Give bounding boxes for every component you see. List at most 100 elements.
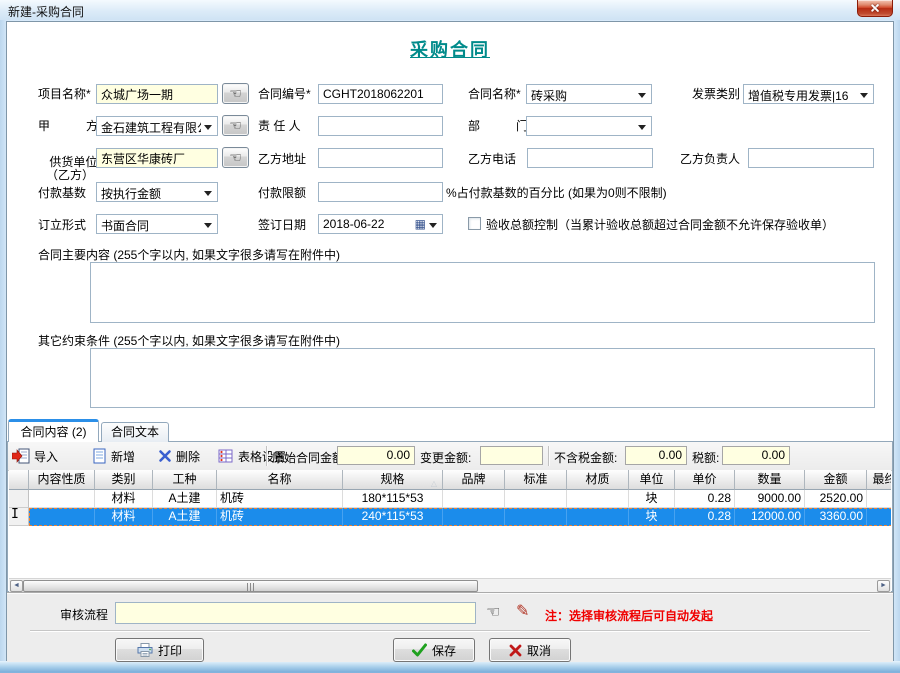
grid-column-header[interactable]: 内容性质 xyxy=(29,470,95,490)
save-button[interactable]: 保存 xyxy=(393,638,475,662)
import-button[interactable]: 导入 xyxy=(12,445,58,467)
project-name-input[interactable] xyxy=(96,84,218,104)
sign-pen-icon[interactable]: ✎ xyxy=(516,603,529,621)
review-picker-hand-icon[interactable]: ☜ xyxy=(486,604,500,622)
grid-column-header[interactable]: 最终数量 xyxy=(867,470,891,490)
table-cell[interactable]: 240*115*53 xyxy=(343,508,443,526)
contract-no-input[interactable] xyxy=(318,84,443,104)
grid-column-header[interactable]: 标准 xyxy=(505,470,567,490)
table-cell[interactable]: 9000.00 xyxy=(735,490,805,508)
grid-column-header[interactable]: 名称 xyxy=(217,470,343,490)
other-terms-textarea[interactable] xyxy=(90,348,875,408)
party-a-picker-button[interactable]: ☜ xyxy=(222,115,249,136)
department-select[interactable] xyxy=(526,116,652,136)
table-cell[interactable] xyxy=(29,490,95,508)
contract-form-select[interactable]: 书面合同 xyxy=(96,214,218,234)
table-cell[interactable]: 块 xyxy=(629,508,675,526)
review-flow-input[interactable] xyxy=(115,602,476,624)
contract-name-select[interactable]: 砖采购 xyxy=(526,84,652,104)
acceptance-control-checkbox[interactable] xyxy=(468,217,481,230)
chevron-down-icon xyxy=(204,191,212,200)
contract-form-label: 订立形式 xyxy=(38,216,86,234)
row-selector[interactable] xyxy=(9,490,29,508)
purchase-contract-dialog: { "window": { "title": "新建-采购合同" }, "pag… xyxy=(0,0,900,673)
add-row-icon xyxy=(92,448,107,464)
payment-limit-input[interactable] xyxy=(318,182,443,202)
grid-column-header[interactable]: 金额 xyxy=(805,470,867,490)
main-content-textarea[interactable] xyxy=(90,262,875,323)
table-cell[interactable] xyxy=(567,508,629,526)
row-cells[interactable]: 材料A土建机砖180*115*53 块0.289000.002520.00 xyxy=(29,490,891,508)
grid-column-header[interactable]: 规格△ xyxy=(343,470,443,490)
table-cell[interactable] xyxy=(443,508,505,526)
table-cell[interactable] xyxy=(29,508,95,526)
invoice-type-select[interactable]: 增值税专用发票|16 xyxy=(743,84,874,104)
party-b-address-input[interactable] xyxy=(318,148,443,168)
table-cell[interactable] xyxy=(443,490,505,508)
supplier-picker-button[interactable]: ☜ xyxy=(222,147,249,168)
table-cell[interactable] xyxy=(505,508,567,526)
table-cell[interactable]: A土建 xyxy=(153,490,217,508)
cancel-button[interactable]: 取消 xyxy=(489,638,571,662)
table-settings-icon xyxy=(218,448,234,464)
table-cell[interactable]: 180*115*53 xyxy=(343,490,443,508)
chevron-down-icon xyxy=(638,125,646,134)
table-cell[interactable]: 材料 xyxy=(95,508,153,526)
scroll-left-button[interactable]: ◄ xyxy=(10,580,23,592)
table-cell[interactable] xyxy=(867,490,891,508)
close-icon xyxy=(870,3,880,13)
table-cell[interactable]: 3360.00 xyxy=(805,508,867,526)
table-cell[interactable]: 2520.00 xyxy=(805,490,867,508)
supplier-input[interactable] xyxy=(96,148,218,168)
contract-no-label: 合同编号* xyxy=(258,85,311,103)
tab-contract-text[interactable]: 合同文本 xyxy=(101,422,169,442)
responsible-input[interactable] xyxy=(318,116,443,136)
party-b-manager-input[interactable] xyxy=(748,148,874,168)
horizontal-scrollbar[interactable]: ◄ ► xyxy=(9,578,891,593)
table-cell[interactable]: 块 xyxy=(629,490,675,508)
table-row[interactable]: 材料A土建机砖180*115*53 块0.289000.002520.00 xyxy=(9,490,891,508)
grid-column-header[interactable]: 材质 xyxy=(567,470,629,490)
scrollbar-thumb[interactable] xyxy=(23,580,478,592)
tax-amount-field: 0.00 xyxy=(722,446,790,465)
table-cell[interactable] xyxy=(567,490,629,508)
print-button[interactable]: 打印 xyxy=(115,638,204,662)
payment-base-select[interactable]: 按执行金额 xyxy=(96,182,218,202)
table-cell[interactable] xyxy=(867,508,891,526)
grid-column-header[interactable]: 单价 xyxy=(675,470,735,490)
selected-row-cells[interactable]: 材料A土建机砖240*115*53 块0.2812000.003360.00 xyxy=(29,508,891,526)
table-cell[interactable]: 12000.00 xyxy=(735,508,805,526)
table-cell[interactable]: 0.28 xyxy=(675,490,735,508)
party-b-phone-input[interactable] xyxy=(527,148,653,168)
change-amount-field xyxy=(480,446,543,465)
original-amount-field: 0.00 xyxy=(337,446,415,465)
close-button[interactable] xyxy=(857,0,893,17)
grid-column-header[interactable]: 品牌 xyxy=(443,470,505,490)
tax-amount-label: 税额: xyxy=(692,449,719,466)
grid-column-header[interactable]: 数量 xyxy=(735,470,805,490)
grid-column-header[interactable]: 工种 xyxy=(153,470,217,490)
payment-limit-hint: %占付款基数的百分比 (如果为0则不限制) xyxy=(446,184,667,202)
add-button[interactable]: 新增 xyxy=(92,445,135,467)
party-a-select[interactable]: 金石建筑工程有限公 xyxy=(96,116,218,136)
tab-contract-content[interactable]: 合同内容 (2) xyxy=(8,419,99,442)
table-cell[interactable] xyxy=(505,490,567,508)
table-row[interactable]: 材料A土建机砖240*115*53 块0.2812000.003360.00 xyxy=(9,508,891,526)
delete-button[interactable]: 删除 xyxy=(158,445,200,467)
cancel-x-icon xyxy=(509,644,522,657)
table-cell[interactable]: 机砖 xyxy=(217,508,343,526)
grid-column-header[interactable]: 类别 xyxy=(95,470,153,490)
change-amount-label: 变更金额: xyxy=(420,449,471,466)
acceptance-control-label: 验收总额控制（当累计验收总额超过合同金额不允许保存验收单） xyxy=(486,216,834,234)
party-a-label: 甲 方 xyxy=(38,117,98,135)
table-cell[interactable]: 材料 xyxy=(95,490,153,508)
title-bar[interactable]: 新建-采购合同 xyxy=(0,0,900,20)
scroll-right-button[interactable]: ► xyxy=(877,580,890,592)
scrollbar-grip-icon xyxy=(247,583,256,591)
table-cell[interactable]: 0.28 xyxy=(675,508,735,526)
project-picker-button[interactable]: ☜ xyxy=(222,83,249,104)
grid-column-header[interactable]: 单位 xyxy=(629,470,675,490)
table-cell[interactable]: 机砖 xyxy=(217,490,343,508)
sign-date-picker[interactable]: 2018-06-22 ▦ xyxy=(318,214,443,234)
table-cell[interactable]: A土建 xyxy=(153,508,217,526)
